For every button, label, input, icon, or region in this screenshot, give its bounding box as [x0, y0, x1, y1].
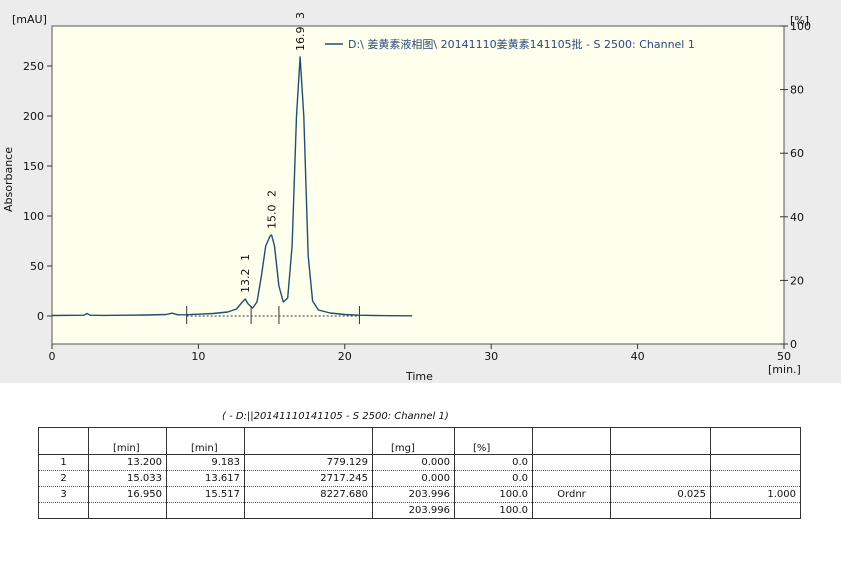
table-cell: 1	[38, 454, 89, 471]
table-cell	[38, 502, 89, 519]
table-cell: 0.025	[610, 486, 711, 503]
x-tick-label: 40	[631, 350, 645, 363]
plot-area	[51, 25, 785, 345]
x-tick-label: 30	[484, 350, 498, 363]
table-caption: ( - D:||20141110141105 - S 2500: Channel…	[222, 411, 449, 422]
table-cell	[610, 454, 711, 471]
peak-rt-label: 13.2	[239, 269, 252, 294]
table-cell	[166, 502, 245, 519]
table-cell	[532, 502, 611, 519]
table-row: 3 16.950 15.517 8227.680 203.996 100.0 Ordnr 0.…	[38, 486, 801, 503]
y2-tick-label: 20	[790, 274, 804, 287]
table-cell: 203.996	[372, 486, 455, 503]
table-cell: 13.200	[88, 454, 167, 471]
y-tick-label: 150	[23, 160, 44, 173]
y-tick-label: 0	[37, 310, 44, 323]
peak-number-label: 2	[266, 190, 279, 197]
table-cell	[532, 470, 611, 487]
y-tick-label: 50	[30, 260, 44, 273]
chromatogram-chart: 0 10 20 30 40 50050100150200250020406080100 1…	[2, 12, 811, 383]
table-cell: 0.000	[372, 470, 455, 487]
table-cell: 779.129	[244, 454, 373, 471]
table-cell: 15.033	[88, 470, 167, 487]
table-cell: 2717.245	[244, 470, 373, 487]
table-cell: 9.183	[166, 454, 245, 471]
table-cell: 8227.680	[244, 486, 373, 503]
table-cell	[88, 502, 167, 519]
unit-header-cell	[38, 427, 89, 455]
table-cell: 15.517	[166, 486, 245, 503]
table-cell: 0.0	[454, 454, 533, 471]
table-header-row: [min] [min] [mg] [%]	[38, 427, 801, 455]
table-cell	[710, 454, 801, 471]
y2-tick-label: 80	[790, 84, 804, 97]
unit-header-cell: [min]	[88, 427, 167, 455]
y2-axis-unit: [%]	[790, 14, 809, 27]
table-row: 1 13.200 9.183 779.129 0.000 0.0	[38, 454, 801, 471]
y-tick-label: 250	[23, 60, 44, 73]
table-cell	[610, 502, 711, 519]
table-cell: 16.950	[88, 486, 167, 503]
table-cell	[244, 502, 373, 519]
y-axis-unit: [mAU]	[12, 13, 47, 26]
unit-header-cell	[610, 427, 711, 455]
chromatogram-panel: 0 10 20 30 40 50 0 50 100 150 200 250 0 20 40 60 80 100 1…	[0, 0, 841, 383]
unit-header-cell	[244, 427, 373, 455]
legend-entry: D:\ 姜黄素液相图\ 20141110姜黄素141105批 - S 2500:…	[348, 37, 695, 51]
table-cell: 13.617	[166, 470, 245, 487]
table-cell: 0.000	[372, 454, 455, 471]
y-tick-label: 100	[23, 210, 44, 223]
peak-number-label: 1	[239, 254, 252, 261]
table-row: 2 15.033 13.617 2717.245 0.000 0.0	[38, 470, 801, 487]
unit-header-cell	[710, 427, 801, 455]
unit-header-cell: [min]	[166, 427, 245, 455]
x-tick-label: 50	[777, 350, 791, 363]
x-tick-label: 20	[338, 350, 352, 363]
peak-number-label: 3	[294, 12, 307, 19]
peak-rt-label: 16.9	[294, 27, 307, 52]
y2-tick-label: 0	[790, 338, 797, 351]
table-cell	[610, 470, 711, 487]
table-cell: 0.0	[454, 470, 533, 487]
table-cell: 100.0	[454, 486, 533, 503]
peak-label: 16.93	[294, 12, 307, 51]
x-axis-unit: [min.]	[768, 363, 801, 376]
y-axis-label: Absorbance	[2, 147, 15, 212]
table-cell: 3	[38, 486, 89, 503]
x-tick-label: 0	[49, 350, 56, 363]
table-cell	[710, 502, 801, 519]
results-table: [min] [min] [mg] [%] 1 13.200 9.183 779.129 0.00…	[38, 427, 801, 519]
peak-label: 15.02	[266, 190, 279, 229]
table-row: 203.996 100.0	[38, 502, 801, 519]
table-cell	[532, 454, 611, 471]
table-cell: 100.0	[454, 502, 533, 519]
unit-header-cell	[532, 427, 611, 455]
table-cell	[710, 470, 801, 487]
unit-header-cell: [mg]	[372, 427, 455, 455]
x-tick-label: 10	[191, 350, 205, 363]
x-axis-label: Time	[405, 370, 433, 383]
table-cell: Ordnr	[532, 486, 611, 503]
peak-label: 13.21	[239, 254, 252, 293]
y-tick-label: 200	[23, 110, 44, 123]
y2-tick-label: 60	[790, 147, 804, 160]
table-cell: 203.996	[372, 502, 455, 519]
unit-header-cell: [%]	[454, 427, 533, 455]
y2-tick-label: 40	[790, 211, 804, 224]
table-cell: 2	[38, 470, 89, 487]
table-cell: 1.000	[710, 486, 801, 503]
peak-rt-label: 15.0	[266, 205, 279, 230]
